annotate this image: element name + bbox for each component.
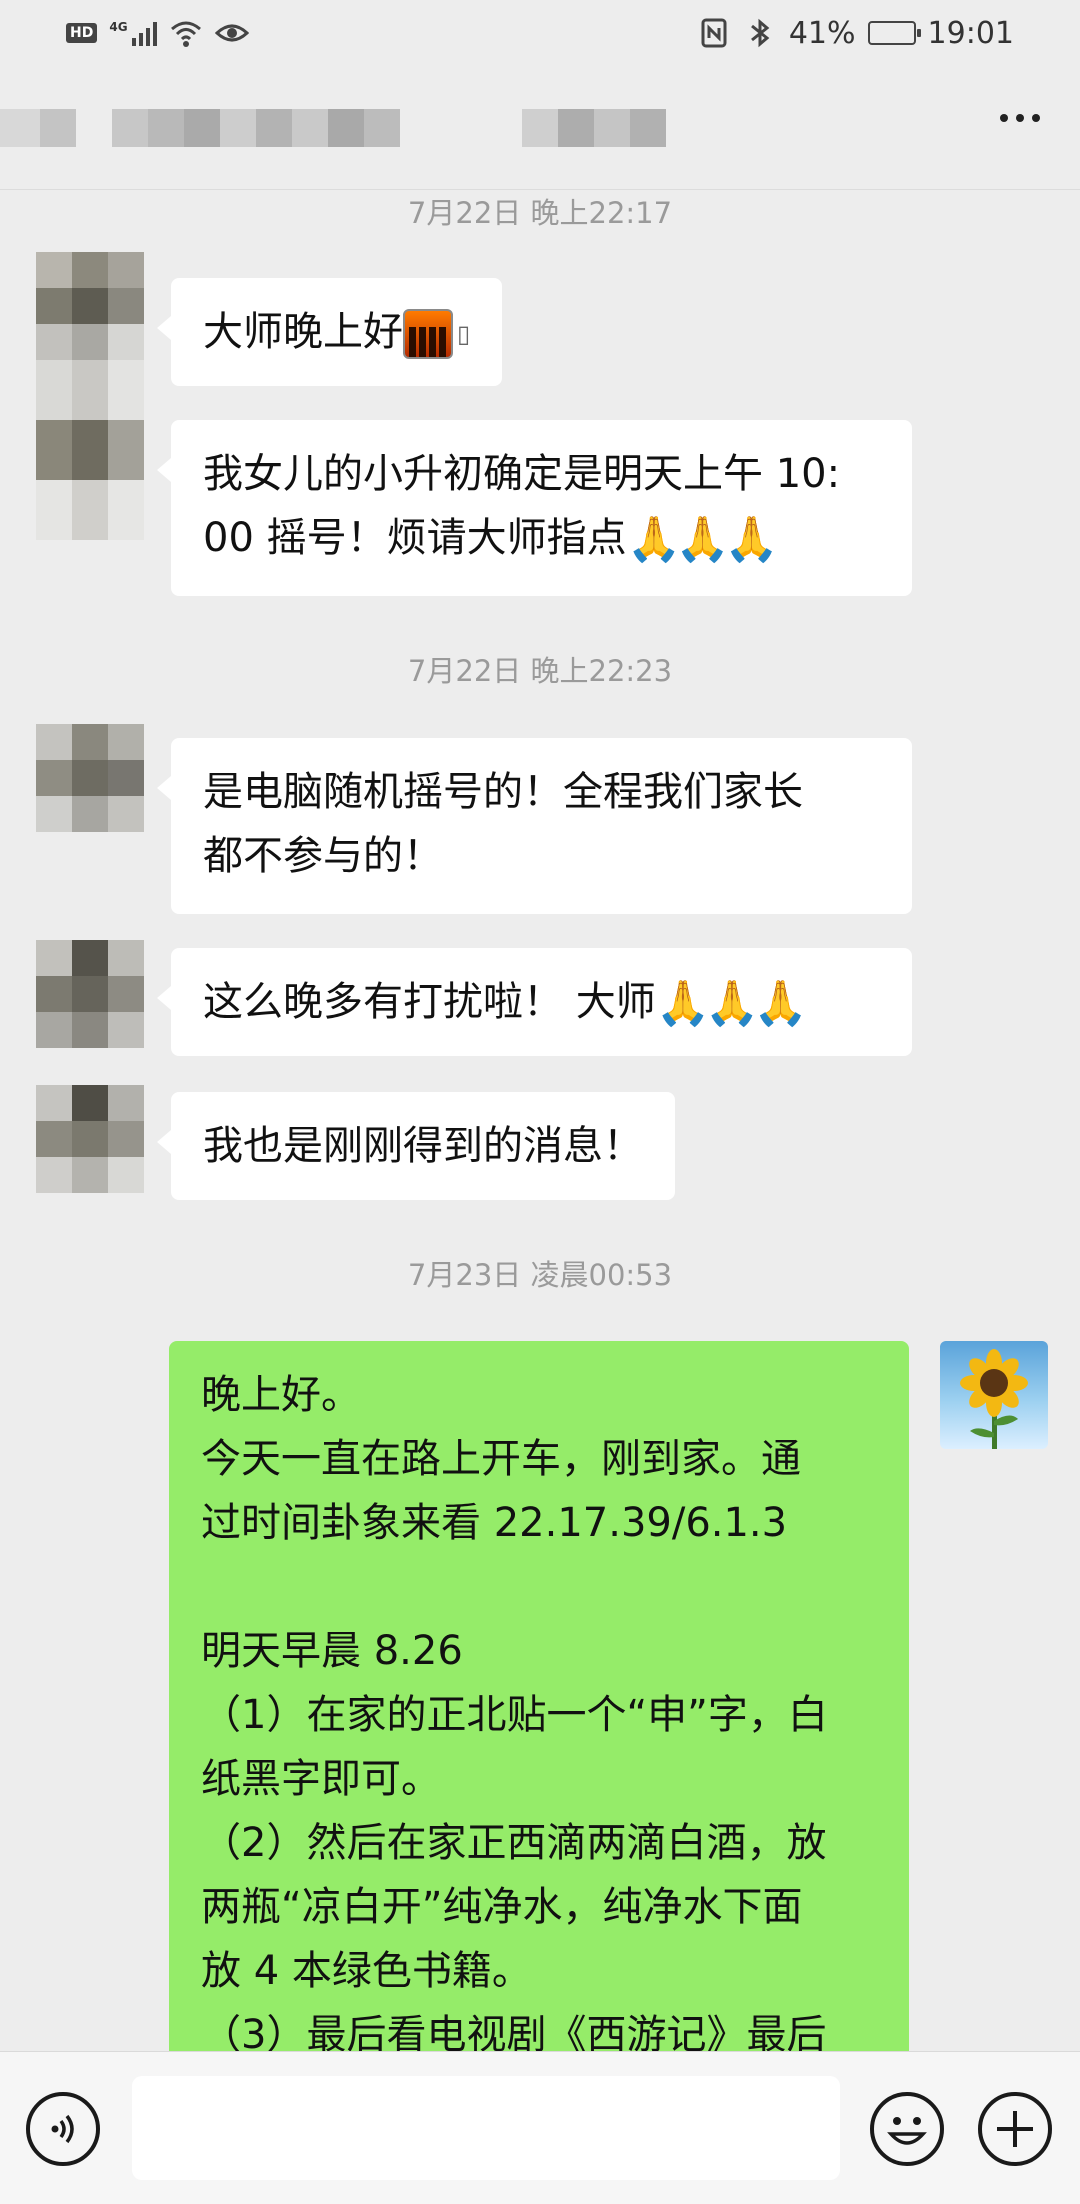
more-dots-icon[interactable] [1000,114,1040,122]
bluetooth-icon [750,18,770,48]
message-text: 都不参与的！ [203,833,443,879]
plus-icon[interactable] [978,2092,1052,2166]
nfc-icon [701,18,727,48]
message-text: 这么晚多有打扰啦！ 大师 [203,979,656,1025]
avatar-redacted [36,360,144,540]
message-bubble[interactable]: 我也是刚刚得到的消息！ [157,1092,675,1200]
clock: 19:01 [927,15,1014,51]
contact-name-redacted [112,109,400,147]
contact-name-redacted [0,109,76,147]
message-bubble-outgoing[interactable]: 晚上好。 今天一直在路上开车，刚到家。通 过时间卦象来看 22.17.39/6.… [169,1341,909,2101]
message-text: 是电脑随机摇号的！全程我们家长 [203,769,803,815]
message-text: 我女儿的小升初确定是明天上午 10: [203,451,841,497]
status-bar: HD 4G 41% 19:01 [0,0,1080,66]
sunflower-icon [960,1349,1028,1449]
message-text: 今天一直在路上开车，刚到家。通 [201,1436,801,1482]
message-text: 放 4 本绿色书籍。 [201,1948,532,1994]
signal-icon [131,20,157,46]
message-bubble[interactable]: 大师晚上好 ▯ [156,278,503,386]
avatar[interactable] [36,940,144,1048]
timestamp: 7月22日 晚上22:23 [407,654,673,688]
message-text: 过时间卦象来看 22.17.39/6.1.3 [201,1500,788,1546]
cityscape-emoji-icon [403,309,453,359]
voice-icon[interactable] [26,2092,100,2166]
message-bubble[interactable]: 我女儿的小升初确定是明天上午 10: 00 摇号！烦请大师指点🙏🙏🙏 [157,420,912,596]
timestamp: 7月23日 凌晨00:53 [407,1258,673,1292]
message-text: （2）然后在家正西滴两滴白酒，放 [201,1820,827,1866]
message-text: 纸黑字即可。 [201,1756,441,1802]
message-text: 两瓶“凉白开”纯净水，纯净水下面 [201,1884,803,1930]
eye-icon [214,24,249,42]
input-bar [0,2051,1080,2204]
message-text: 明天早晨 8.26 [201,1628,463,1674]
emoji-icon[interactable] [870,2092,944,2166]
timestamp: 7月22日 晚上22:17 [407,196,673,230]
message-bubble[interactable]: 这么晚多有打扰啦！ 大师🙏🙏🙏 [157,948,912,1056]
sunflower-avatar[interactable] [940,1341,1048,1449]
pray-emoji-icon: 🙏🙏🙏 [626,514,779,565]
message-text: 我也是刚刚得到的消息！ [203,1123,643,1169]
contact-name-redacted [522,109,666,147]
message-text: 大师晚上好 [203,309,403,355]
message-text [201,1555,877,1619]
message-bubble[interactable]: 是电脑随机摇号的！全程我们家长 都不参与的！ [157,738,912,914]
message-text: （1）在家的正北贴一个“申”字，白 [201,1692,828,1738]
message-input[interactable] [132,2076,840,2180]
hd-badge: HD [66,23,98,43]
chat-header [0,66,1080,190]
battery-percent: 41% [788,15,856,51]
wifi-icon [170,21,201,47]
avatar[interactable] [36,252,144,360]
avatar[interactable] [36,724,144,832]
pray-emoji-icon: 🙏🙏🙏 [655,978,808,1029]
network-type: 4G [109,20,128,34]
avatar[interactable] [36,1085,144,1193]
message-text: 晚上好。 [201,1372,361,1418]
missing-glyph-icon: ▯ [457,320,471,348]
battery-icon [867,21,921,45]
message-text: 00 摇号！烦请大师指点 [203,515,627,561]
